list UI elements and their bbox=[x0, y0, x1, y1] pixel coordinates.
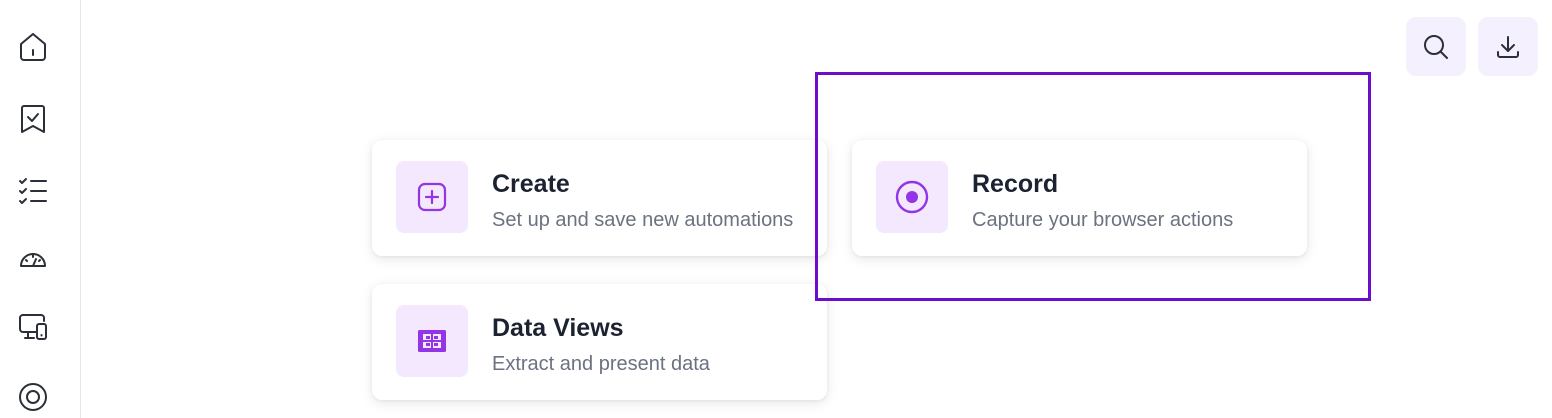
search-button[interactable] bbox=[1406, 17, 1466, 76]
sidebar-item-dashboard[interactable] bbox=[14, 240, 52, 278]
record-card-description: Capture your browser actions bbox=[972, 209, 1234, 231]
sidebar bbox=[0, 0, 81, 418]
record-icon bbox=[895, 180, 929, 214]
download-button[interactable] bbox=[1478, 17, 1538, 76]
sidebar-item-home[interactable] bbox=[14, 28, 52, 66]
sidebar-item-bookmarks[interactable] bbox=[14, 100, 52, 138]
create-card-icon-box bbox=[396, 161, 468, 233]
sidebar-item-devices[interactable] bbox=[14, 308, 52, 346]
record-card-icon-box bbox=[876, 161, 948, 233]
record-card[interactable]: Record Capture your browser actions bbox=[852, 140, 1307, 256]
grid-icon bbox=[418, 330, 446, 352]
data-views-card[interactable]: Data Views Extract and present data bbox=[372, 284, 827, 400]
search-icon bbox=[1424, 34, 1448, 59]
plus-square-icon bbox=[417, 182, 447, 212]
gauge-icon bbox=[20, 253, 46, 267]
target-icon bbox=[19, 383, 47, 411]
data-views-card-title: Data Views bbox=[492, 314, 624, 342]
sidebar-item-tasks[interactable] bbox=[14, 172, 52, 210]
data-views-card-icon-box bbox=[396, 305, 468, 377]
data-views-card-description: Extract and present data bbox=[492, 353, 710, 375]
checklist-icon bbox=[19, 178, 47, 204]
sidebar-item-targets[interactable] bbox=[14, 378, 52, 416]
create-card-description: Set up and save new automations bbox=[492, 209, 794, 231]
create-card-title: Create bbox=[492, 170, 570, 198]
home-icon bbox=[20, 33, 46, 61]
create-card[interactable]: Create Set up and save new automations bbox=[372, 140, 827, 256]
download-icon bbox=[1497, 35, 1519, 58]
bookmark-check-icon bbox=[21, 105, 45, 133]
devices-icon bbox=[19, 314, 47, 340]
record-card-title: Record bbox=[972, 170, 1059, 198]
